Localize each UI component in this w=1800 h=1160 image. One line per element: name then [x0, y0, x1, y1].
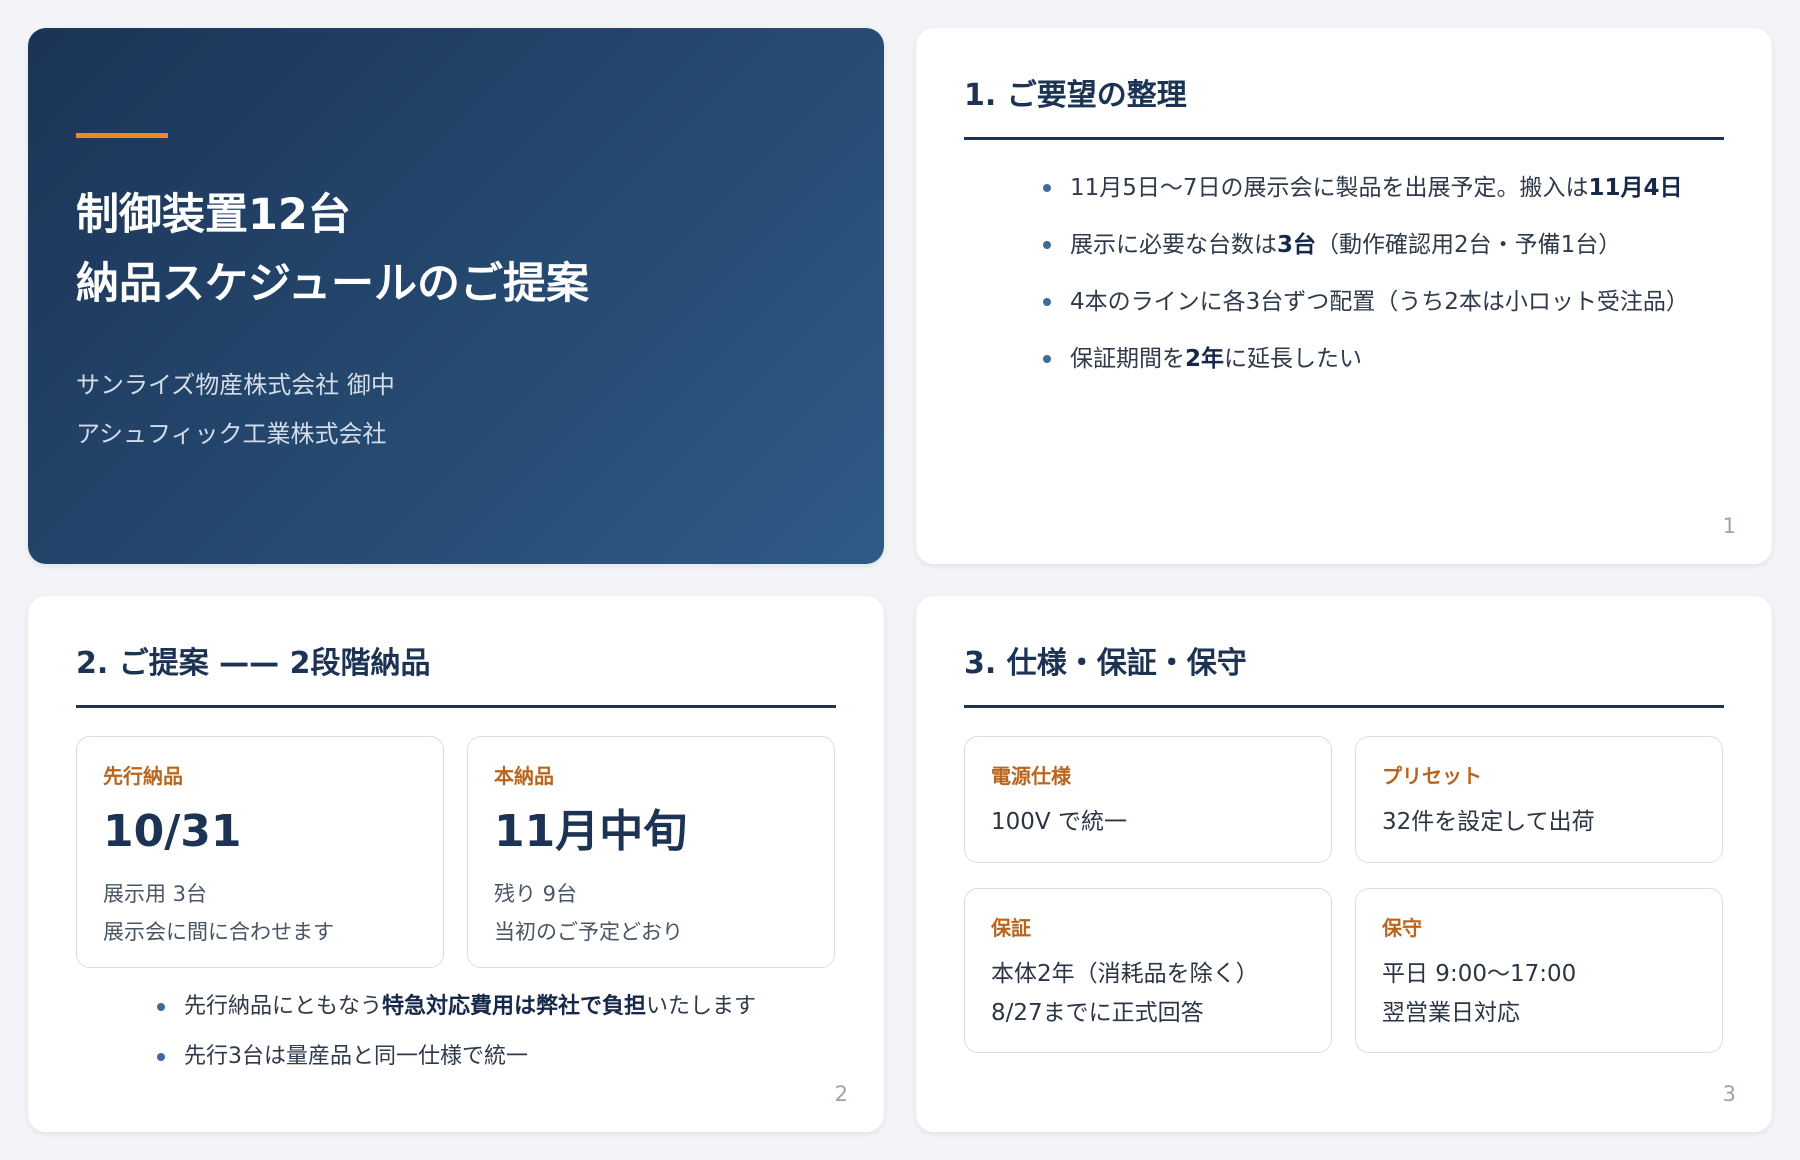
bullet-text: 保証期間を [1070, 346, 1185, 372]
card-detail-line: 8/27までに正式回答 [991, 1000, 1204, 1026]
card-detail-line: 平日 9:00〜17:00 [1382, 961, 1577, 987]
list-item: 展示に必要な台数は3台（動作確認用2台・予備1台） [1043, 225, 1723, 265]
slide-proposal: 2. ご提案 —— 2段階納品 先行納品 10/31 展示用 3台 展示会に間に… [28, 596, 884, 1132]
bullet-dot [1043, 298, 1051, 306]
bullet-dot [157, 1053, 165, 1061]
requirements-list: 11月5日〜7日の展示会に製品を出展予定。搬入は11月4日 展示に必要な台数は3… [1043, 168, 1723, 396]
list-item: 4本のラインに各3台ずつ配置（うち2本は小ロット受注品） [1043, 282, 1723, 322]
card-detail-line: 当初のご予定どおり [494, 920, 683, 944]
spec-card-maintenance: 保守 平日 9:00〜17:00 翌営業日対応 [1355, 888, 1723, 1053]
card-body: 平日 9:00〜17:00 翌営業日対応 [1382, 955, 1576, 1033]
card-label: プリセット [1382, 764, 1482, 788]
card-detail-line: 残り 9台 [494, 882, 578, 906]
card-body: 100V で統一 [991, 803, 1127, 842]
subtitle-block: サンライズ物産株式会社 御中 アシュフィック工業株式会社 [76, 361, 395, 459]
card-value: 11月中旬 [494, 806, 688, 857]
list-item: 先行3台は量産品と同一仕様で統一 [157, 1037, 835, 1077]
proposal-notes-list: 先行納品にともなう特急対応費用は弊社で負担いたします 先行3台は量産品と同一仕様… [157, 987, 835, 1087]
card-details: 残り 9台 当初のご予定どおり [494, 875, 683, 951]
card-detail-line: 翌営業日対応 [1382, 1000, 1520, 1026]
slide-title: 制御装置12台 納品スケジュールのご提案 [76, 181, 589, 319]
bullet-text: 先行納品にともなう [184, 994, 383, 1019]
slide-specs: 3. 仕様・保証・保守 電源仕様 100V で統一 プリセット 32件を設定して… [916, 596, 1772, 1132]
page-number: 1 [1722, 514, 1736, 538]
card-label: 電源仕様 [991, 764, 1071, 788]
card-detail-line: 展示会に間に合わせます [103, 920, 334, 944]
card-body: 本体2年（消耗品を除く） 8/27までに正式回答 [991, 955, 1259, 1033]
bullet-dot [1043, 184, 1051, 192]
list-item: 保証期間を2年に延長したい [1043, 339, 1723, 379]
heading-rule [76, 705, 836, 708]
card-detail-line: 本体2年（消耗品を除く） [991, 961, 1259, 987]
card-detail-line: 展示用 3台 [103, 882, 208, 906]
bullet-dot [1043, 241, 1051, 249]
card-label: 先行納品 [103, 764, 183, 788]
bullet-emphasis: 3台 [1277, 232, 1317, 258]
bullet-emphasis: 特急対応費用は弊社で負担 [382, 994, 647, 1019]
bullet-emphasis: 2年 [1185, 346, 1225, 372]
bullet-text-rest: いたします [646, 994, 757, 1019]
bullet-emphasis: 11月4日 [1588, 175, 1683, 201]
delivery-card-main: 本納品 11月中旬 残り 9台 当初のご予定どおり [467, 736, 835, 968]
list-item: 先行納品にともなう特急対応費用は弊社で負担いたします [157, 987, 835, 1027]
spec-card-preset: プリセット 32件を設定して出荷 [1355, 736, 1723, 863]
bullet-text-rest: に延長したい [1224, 346, 1363, 372]
title-slide: 制御装置12台 納品スケジュールのご提案 サンライズ物産株式会社 御中 アシュフ… [28, 28, 884, 564]
page-number: 2 [834, 1082, 848, 1106]
card-label: 保守 [1382, 916, 1422, 940]
card-label: 保証 [991, 916, 1031, 940]
slide-heading: 1. ご要望の整理 [964, 78, 1187, 113]
accent-bar [76, 133, 168, 138]
spec-card-power: 電源仕様 100V で統一 [964, 736, 1332, 863]
card-label: 本納品 [494, 764, 554, 788]
slide-heading: 2. ご提案 —— 2段階納品 [76, 646, 431, 681]
bullet-dot [157, 1003, 165, 1011]
card-body: 32件を設定して出荷 [1382, 803, 1595, 842]
sender-text: アシュフィック工業株式会社 [76, 420, 387, 448]
bullet-text: 先行3台は量産品と同一仕様で統一 [184, 1044, 528, 1069]
title-line-2: 納品スケジュールのご提案 [76, 259, 589, 309]
list-item: 11月5日〜7日の展示会に製品を出展予定。搬入は11月4日 [1043, 168, 1723, 208]
card-value: 10/31 [103, 806, 242, 857]
bullet-text-rest: （動作確認用2台・予備1台） [1316, 232, 1622, 258]
recipient-text: サンライズ物産株式会社 御中 [76, 371, 395, 399]
heading-rule [964, 137, 1724, 140]
page-number: 3 [1722, 1082, 1736, 1106]
delivery-card-advance: 先行納品 10/31 展示用 3台 展示会に間に合わせます [76, 736, 444, 968]
slide-requirements: 1. ご要望の整理 11月5日〜7日の展示会に製品を出展予定。搬入は11月4日 … [916, 28, 1772, 564]
slide-heading: 3. 仕様・保証・保守 [964, 646, 1247, 681]
bullet-text: 展示に必要な台数は [1070, 232, 1277, 258]
spec-card-warranty: 保証 本体2年（消耗品を除く） 8/27までに正式回答 [964, 888, 1332, 1053]
bullet-text: 4本のラインに各3台ずつ配置（うち2本は小ロット受注品） [1070, 289, 1689, 315]
heading-rule [964, 705, 1724, 708]
title-line-1: 制御装置12台 [76, 190, 351, 240]
card-detail-line: 100V で統一 [991, 809, 1127, 835]
bullet-text: 11月5日〜7日の展示会に製品を出展予定。搬入は [1070, 175, 1589, 201]
card-detail-line: 32件を設定して出荷 [1382, 809, 1595, 835]
bullet-dot [1043, 355, 1051, 363]
card-details: 展示用 3台 展示会に間に合わせます [103, 875, 334, 951]
